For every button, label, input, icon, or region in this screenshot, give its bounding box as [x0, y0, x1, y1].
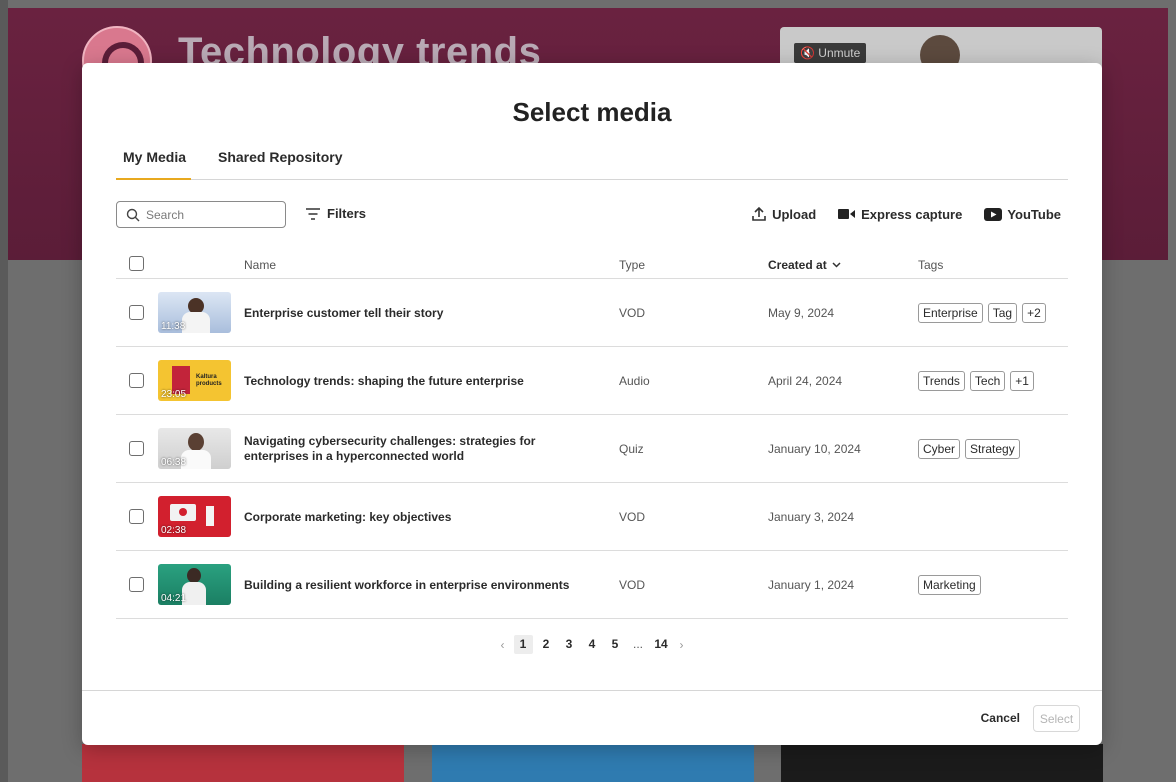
media-actions: Upload Express capture YouTube — [751, 206, 1061, 222]
duration-label: 23:05 — [161, 389, 187, 400]
modal-title: Select media — [512, 97, 672, 127]
overlay-edge — [0, 0, 8, 782]
select-button[interactable]: Select — [1033, 705, 1080, 732]
media-type: Quiz — [619, 442, 644, 456]
tag-chip: Trends — [918, 371, 965, 391]
table-header: Name Type Created at Tags — [116, 250, 1068, 279]
tab-bar: My Media Shared Repository — [116, 149, 1068, 180]
table-row[interactable]: 02:38 Corporate marketing: key objective… — [116, 483, 1068, 551]
column-header-created-at[interactable]: Created at — [768, 258, 841, 272]
upload-icon — [752, 206, 766, 221]
media-tags: Enterprise Tag +2 — [918, 303, 1046, 323]
media-tags: Marketing — [918, 575, 981, 595]
express-capture-label: Express capture — [861, 206, 963, 222]
youtube-label: YouTube — [1007, 206, 1061, 222]
background-thumbnail — [82, 744, 404, 782]
media-name: Building a resilient workforce in enterp… — [244, 577, 570, 592]
pagination-ellipsis: ... — [632, 637, 643, 651]
tag-more-chip[interactable]: +1 — [1010, 371, 1034, 391]
row-checkbox[interactable] — [129, 441, 144, 456]
media-created-at: January 1, 2024 — [768, 578, 855, 592]
filters-label: Filters — [327, 206, 367, 221]
background-thumbnail — [781, 744, 1103, 782]
row-checkbox[interactable] — [129, 305, 144, 320]
row-checkbox[interactable] — [129, 509, 144, 524]
select-media-modal: Select media My Media Shared Repository … — [82, 63, 1102, 745]
tag-more-chip[interactable]: +2 — [1022, 303, 1046, 323]
tag-chip: Tag — [987, 303, 1018, 323]
media-tags: Trends Tech +1 — [918, 371, 1034, 391]
media-created-at: April 24, 2024 — [768, 374, 843, 388]
media-thumbnail: 06:38 — [158, 428, 231, 469]
page-2-button[interactable]: 2 — [537, 635, 556, 654]
column-header-type: Type — [619, 258, 646, 272]
modal-footer: Cancel Select — [82, 690, 1102, 745]
youtube-icon — [984, 207, 1003, 221]
tab-shared-repository[interactable]: Shared Repository — [218, 149, 342, 180]
page-1-button[interactable]: 1 — [513, 635, 533, 654]
page-14-button[interactable]: 14 — [652, 635, 671, 654]
media-type: VOD — [619, 578, 646, 592]
duration-label: 11:38 — [161, 321, 186, 332]
express-capture-button[interactable]: Express capture — [838, 207, 962, 222]
media-type: VOD — [619, 306, 646, 320]
media-name: Navigating cybersecurity challenges: str… — [244, 434, 536, 463]
media-thumbnail: 11:38 — [158, 292, 231, 333]
page-4-button[interactable]: 4 — [583, 635, 602, 654]
background-thumbnail — [432, 744, 754, 782]
chevron-down-icon — [832, 262, 841, 268]
row-checkbox[interactable] — [129, 373, 144, 388]
filters-button[interactable]: Filters — [306, 206, 366, 221]
table-row[interactable]: 04:21 Building a resilient workforce in … — [116, 551, 1068, 619]
media-created-at: January 3, 2024 — [768, 510, 855, 524]
media-type: Audio — [619, 374, 650, 388]
media-thumbnail: Kaltura products 23:05 — [158, 360, 231, 401]
youtube-button[interactable]: YouTube — [984, 207, 1061, 222]
created-at-label: Created at — [768, 258, 827, 272]
thumbnail-text: Kaltura products — [196, 374, 222, 387]
search-icon — [126, 208, 140, 221]
table-row[interactable]: 06:38 Navigating cybersecurity challenge… — [116, 415, 1068, 483]
media-name: Enterprise customer tell their story — [244, 305, 444, 320]
select-all-checkbox[interactable] — [129, 256, 144, 271]
unmute-button: 🔇 Unmute — [794, 43, 867, 63]
tag-chip: Enterprise — [918, 303, 983, 323]
row-checkbox[interactable] — [129, 577, 144, 592]
media-name: Corporate marketing: key objectives — [244, 509, 452, 524]
media-created-at: May 9, 2024 — [768, 306, 835, 320]
duration-label: 04:21 — [161, 593, 187, 604]
tag-chip: Strategy — [965, 439, 1020, 459]
search-box[interactable] — [116, 201, 286, 228]
duration-label: 06:38 — [161, 457, 187, 468]
upload-button[interactable]: Upload — [751, 206, 816, 222]
media-thumbnail: 04:21 — [158, 564, 231, 605]
tag-chip: Tech — [969, 371, 1006, 391]
page-5-button[interactable]: 5 — [606, 635, 625, 654]
tag-chip: Cyber — [918, 439, 961, 459]
search-input[interactable] — [146, 207, 276, 222]
tag-chip: Marketing — [918, 575, 981, 595]
video-camera-icon — [838, 209, 856, 219]
cancel-button[interactable]: Cancel — [981, 711, 1020, 725]
media-tags: Cyber Strategy — [918, 439, 1020, 459]
table-row[interactable]: 11:38 Enterprise customer tell their sto… — [116, 279, 1068, 347]
pagination: ‹ 1 2 3 4 5 ... 14 › — [82, 635, 1102, 654]
upload-label: Upload — [772, 206, 817, 222]
media-type: VOD — [619, 510, 646, 524]
media-thumbnail: 02:38 — [158, 496, 231, 537]
unmute-label: Unmute — [818, 46, 861, 60]
column-header-name: Name — [244, 258, 277, 272]
duration-label: 02:38 — [161, 525, 187, 536]
next-page-button[interactable]: › — [675, 638, 689, 652]
mute-icon: 🔇 — [800, 46, 819, 60]
media-created-at: January 10, 2024 — [768, 442, 861, 456]
media-name: Technology trends: shaping the future en… — [244, 373, 524, 388]
table-row[interactable]: Kaltura products 23:05 Technology trends… — [116, 347, 1068, 415]
page-3-button[interactable]: 3 — [560, 635, 579, 654]
tab-my-media[interactable]: My Media — [116, 149, 191, 180]
prev-page-button[interactable]: ‹ — [496, 638, 510, 652]
filter-icon — [306, 207, 320, 220]
column-header-tags: Tags — [918, 258, 944, 272]
